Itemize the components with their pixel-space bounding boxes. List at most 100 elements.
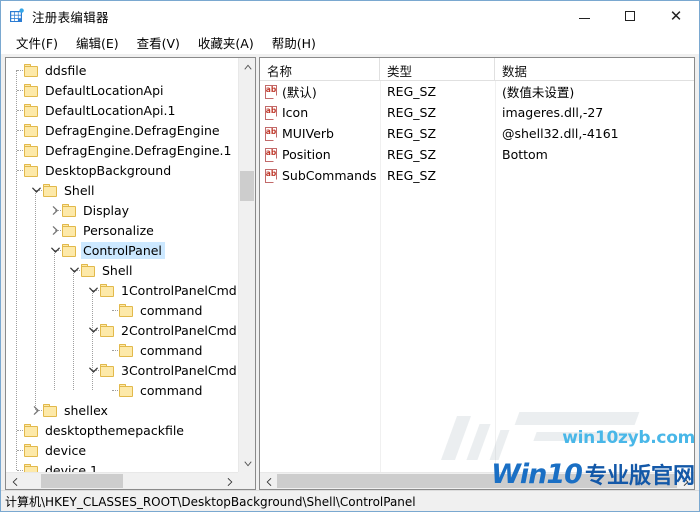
registry-tree[interactable]: ddsfile DefaultLocationApi DefaultLocation…: [6, 58, 238, 489]
tree-item-personalize[interactable]: Personalize: [48, 220, 157, 240]
tree-expander-placeholder: [10, 160, 24, 180]
value-type-cell: REG_SZ: [387, 147, 437, 162]
value-row[interactable]: ab (默认) REG_SZ (数值未设置): [260, 81, 694, 102]
tree-vertical-scrollbar[interactable]: [238, 58, 255, 472]
value-name-cell: ab Icon: [260, 105, 380, 120]
tree-item-controlpanel[interactable]: ControlPanel: [48, 240, 165, 260]
tree-item-label: DefragEngine.DefragEngine.1: [45, 142, 232, 158]
tree-expander-placeholder: [105, 300, 119, 320]
tree-item-1controlpanelcmd[interactable]: 1ControlPanelCmd: [86, 280, 238, 300]
tree-expander-placeholder: [10, 100, 24, 120]
tree-expander-placeholder: [10, 60, 24, 80]
column-header-type[interactable]: 类型: [380, 58, 495, 80]
values-scroll-right-button[interactable]: [677, 473, 694, 489]
tree-expander-placeholder: [10, 140, 24, 160]
tree-item-ddsfile[interactable]: ddsfile: [10, 60, 89, 80]
tree-item-label: DefaultLocationApi.1: [45, 102, 176, 118]
value-data-cell: Bottom: [502, 147, 548, 162]
main-content: ddsfile DefaultLocationApi DefaultLocation…: [1, 54, 699, 490]
tree-item-defaultlocationapi[interactable]: DefaultLocationApi: [10, 80, 167, 100]
menu-file[interactable]: 文件(F): [7, 31, 67, 54]
tree-scroll-down-button[interactable]: [239, 455, 255, 472]
value-row[interactable]: ab MUIVerb REG_SZ @shell32.dll,-4161: [260, 123, 694, 144]
tree-expander-placeholder: [105, 340, 119, 360]
tree-item-device[interactable]: device: [10, 440, 89, 460]
value-row[interactable]: ab Icon REG_SZ imageres.dll,-27: [260, 102, 694, 123]
chevron-down-icon[interactable]: [86, 280, 100, 300]
value-row[interactable]: ab Position REG_SZ Bottom: [260, 144, 694, 165]
column-header-name[interactable]: 名称: [260, 58, 380, 80]
tree-item-command[interactable]: command: [105, 300, 205, 320]
minimize-icon: [578, 18, 590, 19]
maximize-button[interactable]: [607, 1, 653, 31]
chevron-down-icon[interactable]: [86, 360, 100, 380]
folder-icon: [81, 263, 96, 277]
value-row[interactable]: ab SubCommands REG_SZ: [260, 165, 694, 186]
tree-item-label: shellex: [64, 402, 108, 418]
tree-item-command[interactable]: command: [105, 340, 205, 360]
tree-vertical-scroll-thumb[interactable]: [240, 171, 254, 201]
tree-item-defaultlocationapi-1[interactable]: DefaultLocationApi.1: [10, 100, 178, 120]
string-value-icon: ab: [265, 168, 279, 183]
tree-item-label: Shell: [102, 262, 133, 278]
tree-item-label: desktopthemepackfile: [45, 422, 184, 438]
menu-favorites[interactable]: 收藏夹(A): [189, 31, 263, 54]
tree-item-desktopbackground[interactable]: DesktopBackground: [10, 160, 174, 180]
chevron-down-icon[interactable]: [48, 240, 62, 260]
close-button[interactable]: ✕: [653, 1, 699, 31]
folder-icon: [43, 183, 58, 197]
tree-horizontal-scroll-thumb[interactable]: [41, 474, 123, 488]
tree-item-defragengine-defragengine-1[interactable]: DefragEngine.DefragEngine.1: [10, 140, 234, 160]
tree-item-defragengine-defragengine[interactable]: DefragEngine.DefragEngine: [10, 120, 223, 140]
column-header-data[interactable]: 数据: [495, 58, 694, 80]
tree-item-3controlpanelcmd[interactable]: 3ControlPanelCmd: [86, 360, 238, 380]
tree-horizontal-scrollbar[interactable]: [6, 472, 238, 489]
tree-item-display[interactable]: Display: [48, 200, 132, 220]
menu-view[interactable]: 查看(V): [128, 31, 189, 54]
minimize-button[interactable]: [561, 1, 607, 31]
chevron-right-icon[interactable]: [48, 200, 62, 220]
value-name-text: SubCommands: [282, 168, 377, 183]
tree-scroll-left-button[interactable]: [6, 473, 23, 489]
chevron-right-icon[interactable]: [29, 400, 43, 420]
chevron-down-icon[interactable]: [67, 260, 81, 280]
tree-item-label: DefaultLocationApi: [45, 82, 164, 98]
tree-scroll-right-button[interactable]: [221, 473, 238, 489]
tree-item-shellex[interactable]: shellex: [29, 400, 111, 420]
chevron-down-icon[interactable]: [86, 320, 100, 340]
tree-scroll-up-button[interactable]: [239, 58, 255, 75]
tree-item-command[interactable]: command: [105, 380, 205, 400]
folder-icon: [24, 103, 39, 117]
string-value-icon: ab: [265, 147, 279, 162]
tree-expander-placeholder: [105, 380, 119, 400]
folder-icon: [119, 303, 134, 317]
values-horizontal-scrollbar[interactable]: [260, 472, 694, 489]
values-horizontal-scroll-thumb[interactable]: [277, 474, 677, 488]
menu-bar: 文件(F) 编辑(E) 查看(V) 收藏夹(A) 帮助(H): [1, 31, 699, 54]
tree-item-label: 2ControlPanelCmd: [121, 322, 237, 338]
tree-item-2controlpanelcmd[interactable]: 2ControlPanelCmd: [86, 320, 238, 340]
chevron-right-icon[interactable]: [48, 220, 62, 240]
string-value-icon: ab: [265, 84, 279, 100]
values-list[interactable]: ab (默认) REG_SZ (数值未设置) ab Icon REG_SZ imageres.…: [260, 81, 694, 472]
folder-icon: [100, 323, 115, 337]
tree-item-desktopthemepackfile[interactable]: desktopthemepackfile: [10, 420, 187, 440]
tree-item-label: Personalize: [83, 222, 154, 238]
folder-icon: [119, 383, 134, 397]
menu-edit[interactable]: 编辑(E): [67, 31, 128, 54]
value-name-text: Icon: [282, 105, 309, 120]
menu-help[interactable]: 帮助(H): [263, 31, 325, 54]
tree-item-shell[interactable]: Shell: [67, 260, 136, 280]
value-name-cell: ab Position: [260, 147, 380, 162]
tree-item-label: DefragEngine.DefragEngine: [45, 122, 220, 138]
chevron-down-icon[interactable]: [29, 180, 43, 200]
registry-tree-pane: ddsfile DefaultLocationApi DefaultLocation…: [5, 57, 256, 490]
value-name-cell: ab (默认): [260, 82, 380, 101]
folder-icon: [119, 343, 134, 357]
tree-item-shell[interactable]: Shell: [29, 180, 98, 200]
folder-icon: [62, 203, 77, 217]
tree-item-label: Display: [83, 202, 130, 218]
value-name-cell: ab SubCommands: [260, 168, 380, 183]
values-scroll-left-button[interactable]: [260, 473, 277, 489]
folder-icon: [24, 443, 39, 457]
